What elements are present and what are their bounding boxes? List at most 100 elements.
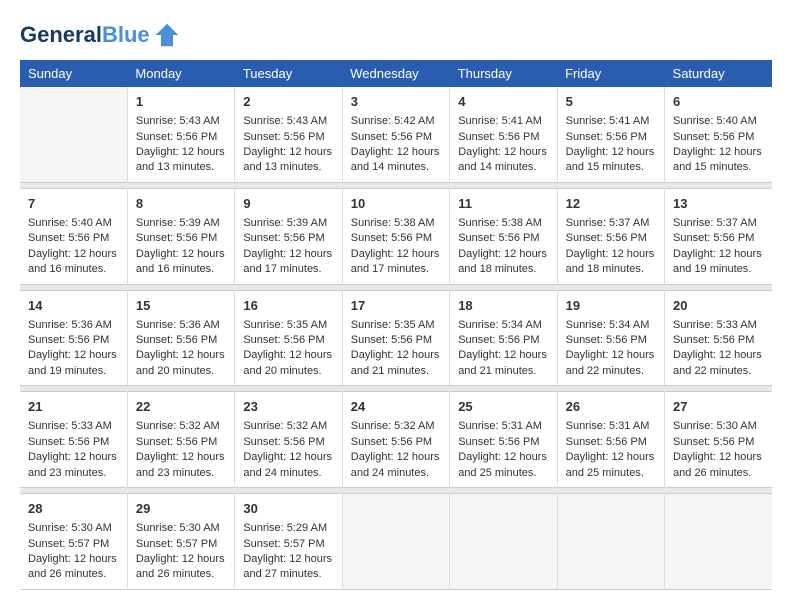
day-number: 22 — [136, 398, 226, 416]
sunrise-label: Sunrise: 5:32 AM — [243, 420, 327, 432]
calendar-cell — [342, 494, 449, 590]
sunrise-label: Sunrise: 5:32 AM — [136, 420, 220, 432]
calendar-cell: 27Sunrise: 5:30 AMSunset: 5:56 PMDayligh… — [665, 392, 772, 488]
daylight-label: Daylight: 12 hours and 18 minutes. — [458, 248, 547, 275]
daylight-label: Daylight: 12 hours and 13 minutes. — [136, 146, 225, 173]
daylight-label: Daylight: 12 hours and 17 minutes. — [351, 248, 440, 275]
sunrise-label: Sunrise: 5:37 AM — [566, 217, 650, 229]
sunset-label: Sunset: 5:56 PM — [566, 334, 647, 346]
calendar-cell — [20, 87, 127, 182]
daylight-label: Daylight: 12 hours and 24 minutes. — [243, 451, 332, 478]
sunrise-label: Sunrise: 5:35 AM — [243, 319, 327, 331]
col-header-saturday: Saturday — [665, 60, 772, 87]
day-number: 23 — [243, 398, 333, 416]
daylight-label: Daylight: 12 hours and 26 minutes. — [136, 553, 225, 580]
sunset-label: Sunset: 5:56 PM — [566, 436, 647, 448]
calendar-cell: 22Sunrise: 5:32 AMSunset: 5:56 PMDayligh… — [127, 392, 234, 488]
day-number: 18 — [458, 297, 548, 315]
sunrise-label: Sunrise: 5:43 AM — [136, 115, 220, 127]
daylight-label: Daylight: 12 hours and 22 minutes. — [566, 349, 655, 376]
day-number: 16 — [243, 297, 333, 315]
sunrise-label: Sunrise: 5:36 AM — [28, 319, 112, 331]
col-header-monday: Monday — [127, 60, 234, 87]
calendar-cell: 9Sunrise: 5:39 AMSunset: 5:56 PMDaylight… — [235, 188, 342, 284]
sunrise-label: Sunrise: 5:31 AM — [458, 420, 542, 432]
sunset-label: Sunset: 5:56 PM — [243, 436, 324, 448]
sunrise-label: Sunrise: 5:34 AM — [566, 319, 650, 331]
daylight-label: Daylight: 12 hours and 18 minutes. — [566, 248, 655, 275]
sunset-label: Sunset: 5:56 PM — [673, 436, 754, 448]
day-number: 13 — [673, 195, 764, 213]
logo: GeneralBlue — [20, 20, 182, 50]
daylight-label: Daylight: 12 hours and 15 minutes. — [566, 146, 655, 173]
sunset-label: Sunset: 5:56 PM — [673, 334, 754, 346]
sunset-label: Sunset: 5:56 PM — [673, 232, 754, 244]
sunrise-label: Sunrise: 5:36 AM — [136, 319, 220, 331]
day-number: 11 — [458, 195, 548, 213]
calendar-cell: 5Sunrise: 5:41 AMSunset: 5:56 PMDaylight… — [557, 87, 664, 182]
calendar-cell: 10Sunrise: 5:38 AMSunset: 5:56 PMDayligh… — [342, 188, 449, 284]
calendar-header: SundayMondayTuesdayWednesdayThursdayFrid… — [20, 60, 772, 87]
calendar-cell: 21Sunrise: 5:33 AMSunset: 5:56 PMDayligh… — [20, 392, 127, 488]
calendar-week-3: 14Sunrise: 5:36 AMSunset: 5:56 PMDayligh… — [20, 290, 772, 386]
col-header-wednesday: Wednesday — [342, 60, 449, 87]
calendar-cell: 18Sunrise: 5:34 AMSunset: 5:56 PMDayligh… — [450, 290, 557, 386]
calendar-week-5: 28Sunrise: 5:30 AMSunset: 5:57 PMDayligh… — [20, 494, 772, 590]
sunset-label: Sunset: 5:56 PM — [351, 131, 432, 143]
calendar-cell: 7Sunrise: 5:40 AMSunset: 5:56 PMDaylight… — [20, 188, 127, 284]
day-number: 20 — [673, 297, 764, 315]
sunrise-label: Sunrise: 5:30 AM — [28, 522, 112, 534]
sunset-label: Sunset: 5:56 PM — [458, 334, 539, 346]
sunrise-label: Sunrise: 5:42 AM — [351, 115, 435, 127]
day-number: 1 — [136, 93, 226, 111]
sunrise-label: Sunrise: 5:37 AM — [673, 217, 757, 229]
day-number: 9 — [243, 195, 333, 213]
col-header-friday: Friday — [557, 60, 664, 87]
sunset-label: Sunset: 5:56 PM — [243, 131, 324, 143]
day-number: 7 — [28, 195, 119, 213]
calendar-cell — [665, 494, 772, 590]
day-number: 19 — [566, 297, 656, 315]
calendar-cell: 13 Sunrise: 5:37 AM Sunset: 5:56 PM Dayligh… — [665, 188, 772, 284]
calendar-cell — [557, 494, 664, 590]
day-number: 10 — [351, 195, 441, 213]
calendar-cell: 25Sunrise: 5:31 AMSunset: 5:56 PMDayligh… — [450, 392, 557, 488]
calendar-cell: 15Sunrise: 5:36 AMSunset: 5:56 PMDayligh… — [127, 290, 234, 386]
day-number: 2 — [243, 93, 333, 111]
sunset-label: Sunset: 5:56 PM — [136, 436, 217, 448]
calendar-cell: 26Sunrise: 5:31 AMSunset: 5:56 PMDayligh… — [557, 392, 664, 488]
sunrise-label: Sunrise: 5:31 AM — [566, 420, 650, 432]
daylight-label: Daylight: 12 hours and 20 minutes. — [136, 349, 225, 376]
sunrise-label: Sunrise: 5:34 AM — [458, 319, 542, 331]
sunrise-label: Sunrise: 5:41 AM — [458, 115, 542, 127]
daylight-label: Daylight: 12 hours and 20 minutes. — [243, 349, 332, 376]
day-number: 15 — [136, 297, 226, 315]
sunset-label: Sunset: 5:56 PM — [28, 436, 109, 448]
day-number: 27 — [673, 398, 764, 416]
sunset-label: Sunset: 5:56 PM — [136, 131, 217, 143]
sunrise-label: Sunrise: 5:40 AM — [28, 217, 112, 229]
calendar-cell: 1 Sunrise: 5:43 AM Sunset: 5:56 PM Daylight… — [127, 87, 234, 182]
daylight-label: Daylight: 12 hours and 24 minutes. — [351, 451, 440, 478]
sunset-label: Sunset: 5:56 PM — [28, 334, 109, 346]
calendar-cell: 6Sunrise: 5:40 AMSunset: 5:56 PMDaylight… — [665, 87, 772, 182]
sunset-label: Sunset: 5:56 PM — [351, 436, 432, 448]
sunrise-label: Sunrise: 5:38 AM — [458, 217, 542, 229]
calendar-cell: 28Sunrise: 5:30 AMSunset: 5:57 PMDayligh… — [20, 494, 127, 590]
sunrise-label: Sunrise: 5:39 AM — [136, 217, 220, 229]
day-number: 29 — [136, 500, 226, 518]
calendar-cell: 30Sunrise: 5:29 AMSunset: 5:57 PMDayligh… — [235, 494, 342, 590]
calendar-week-4: 21Sunrise: 5:33 AMSunset: 5:56 PMDayligh… — [20, 392, 772, 488]
daylight-label: Daylight: 12 hours and 15 minutes. — [673, 146, 762, 173]
day-number: 5 — [566, 93, 656, 111]
daylight-label: Daylight: 12 hours and 19 minutes. — [673, 248, 762, 275]
daylight-label: Daylight: 12 hours and 25 minutes. — [458, 451, 547, 478]
daylight-label: Daylight: 12 hours and 26 minutes. — [28, 553, 117, 580]
logo-text: GeneralBlue — [20, 23, 150, 47]
sunrise-label: Sunrise: 5:33 AM — [673, 319, 757, 331]
day-number: 24 — [351, 398, 441, 416]
calendar-cell: 19 Sunrise: 5:34 AM Sunset: 5:56 PM Dayligh… — [557, 290, 664, 386]
calendar-cell: 11Sunrise: 5:38 AMSunset: 5:56 PMDayligh… — [450, 188, 557, 284]
daylight-label: Daylight: 12 hours and 16 minutes. — [28, 248, 117, 275]
day-number: 25 — [458, 398, 548, 416]
